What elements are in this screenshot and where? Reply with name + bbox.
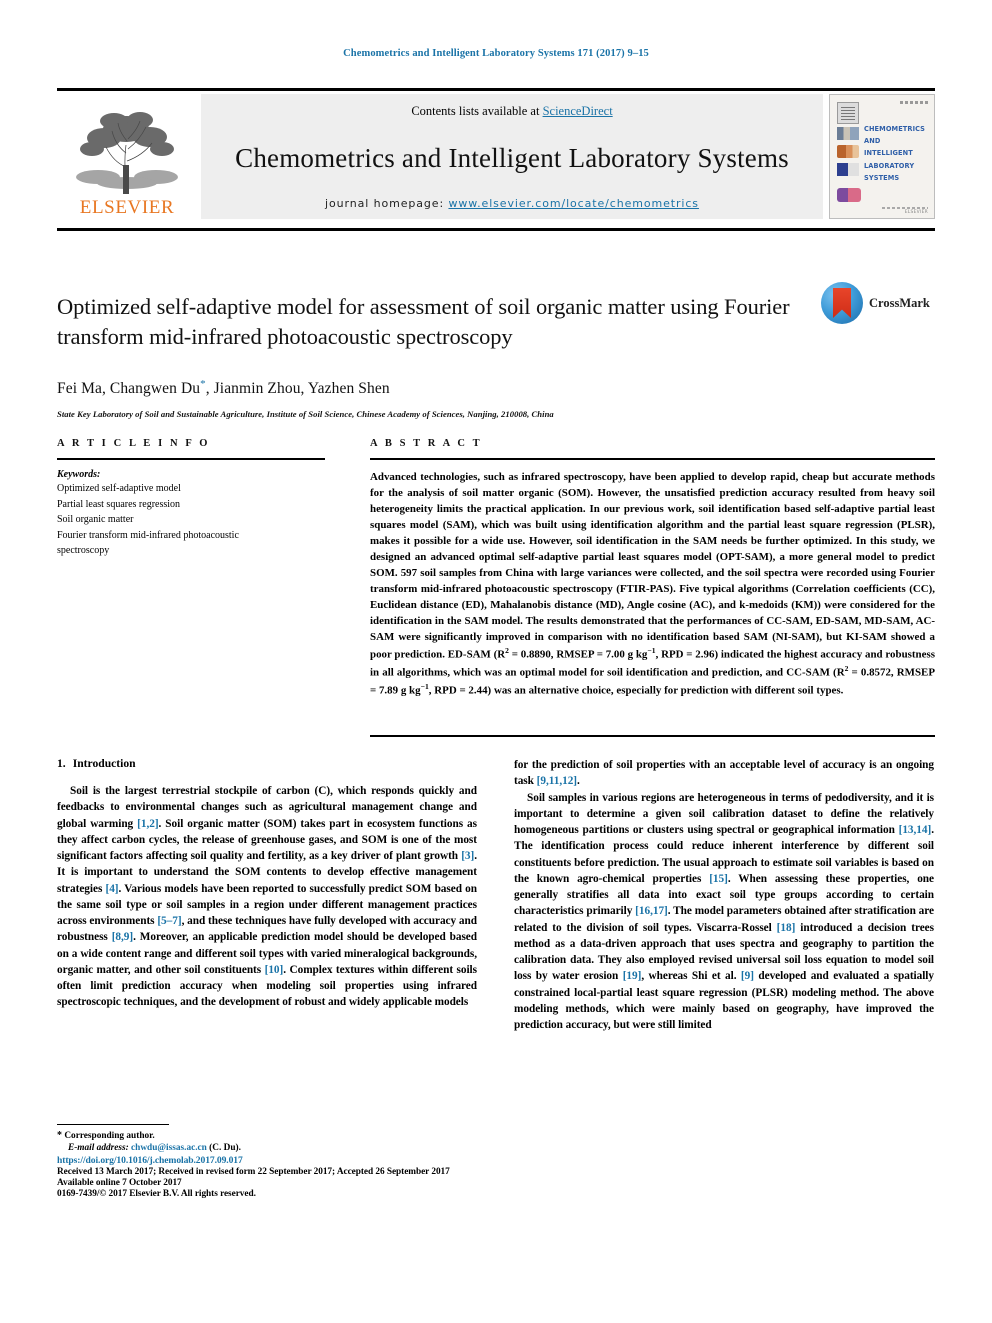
cover-publisher-label: ELSEVIER	[904, 210, 928, 215]
citation-ref[interactable]: [18]	[777, 922, 796, 934]
journal-homepage-link[interactable]: www.elsevier.com/locate/chemometrics	[448, 197, 699, 210]
citation-ref[interactable]: [3]	[461, 850, 474, 862]
title-block: CrossMark Optimized self-adaptive model …	[57, 277, 935, 419]
journal-homepage-line: journal homepage: www.elsevier.com/locat…	[325, 197, 699, 210]
citation-ref[interactable]: [16,17]	[635, 905, 668, 917]
section-title: Introduction	[72, 757, 136, 770]
cover-top-rule	[900, 101, 928, 104]
citation-ref[interactable]: [9,11,12]	[537, 775, 577, 787]
crossmark-label: CrossMark	[869, 295, 930, 310]
contents-available-line: Contents lists available at ScienceDirec…	[411, 104, 612, 119]
cover-footer-rule	[882, 207, 928, 209]
citation-ref[interactable]: [19]	[623, 970, 642, 982]
journal-masthead: ELSEVIER Contents lists available at Sci…	[57, 88, 935, 219]
body-column-left: 1. Introduction Soil is the largest terre…	[57, 757, 477, 1034]
cover-swatch-4	[837, 188, 861, 202]
cover-swatch-2	[837, 145, 859, 158]
body-paragraph: Soil samples in various regions are hete…	[514, 791, 934, 1032]
keyword-item: Soil organic matter	[57, 514, 134, 525]
keywords-label: Keywords:	[57, 469, 101, 480]
journal-cover-thumbnail[interactable]: CHEMOMETRICS AND INTELLIGENT LABORATORY …	[829, 94, 935, 219]
abstract-column: A B S T R A C T Advanced technologies, s…	[370, 438, 935, 698]
author-list: Fei Ma, Changwen Du*, Jianmin Zhou, Yazh…	[57, 378, 935, 398]
citation-ref[interactable]: [15]	[709, 873, 728, 885]
abstract-text: Advanced technologies, such as infrared …	[370, 471, 936, 697]
cover-title-line-3: LABORATORY	[864, 161, 915, 170]
keyword-item: spectroscopy	[57, 545, 110, 556]
title-line-1: Optimized self-adaptive model for assess…	[57, 294, 719, 320]
corresponding-author-text: Corresponding author.	[64, 1131, 155, 1141]
available-online-date: Available online 7 October 2017	[57, 1178, 182, 1188]
email-label: E-mail address:	[68, 1143, 129, 1153]
email-link[interactable]: chwdu@issas.ac.cn	[131, 1143, 207, 1153]
citation-ref[interactable]: [13,14]	[899, 824, 932, 836]
section-heading-introduction: 1. Introduction	[57, 757, 477, 770]
email-note: E-mail address: chwdu@issas.ac.cn (C. Du…	[57, 1143, 477, 1153]
body-column-right: for the prediction of soil properties wi…	[514, 757, 934, 1034]
corresponding-author-note: * Corresponding author.	[57, 1130, 477, 1141]
keywords-list: Optimized self-adaptive model Partial le…	[57, 481, 325, 559]
cover-title-text: CHEMOMETRICS AND INTELLIGENT LABORATORY …	[864, 123, 930, 184]
cover-swatch-3	[837, 163, 859, 176]
asterisk-icon: *	[57, 1130, 62, 1141]
page-footer: https://doi.org/10.1016/j.chemolab.2017.…	[57, 1155, 757, 1199]
elsevier-tree-icon	[76, 112, 178, 194]
body-paragraph: Soil is the largest terrestrial stockpil…	[57, 785, 478, 1009]
elsevier-wordmark: ELSEVIER	[79, 197, 175, 218]
copyright-line: 0169-7439/© 2017 Elsevier B.V. All right…	[57, 1189, 256, 1199]
keyword-item: Fourier transform mid-infrared photoacou…	[57, 529, 239, 541]
citation-ref[interactable]: [9]	[741, 970, 754, 982]
homepage-prefix: journal homepage:	[325, 197, 449, 210]
cover-title-line-2: AND INTELLIGENT	[864, 137, 913, 158]
footnote-block: * Corresponding author. E-mail address: …	[57, 1124, 477, 1153]
doi-link[interactable]: https://doi.org/10.1016/j.chemolab.2017.…	[57, 1155, 757, 1166]
masthead-center: Contents lists available at ScienceDirec…	[201, 94, 823, 219]
citation-ref[interactable]: [4]	[106, 883, 119, 895]
body-paragraph: for the prediction of soil properties wi…	[514, 759, 934, 788]
elsevier-logo: ELSEVIER	[57, 94, 197, 219]
article-info-heading: A R T I C L E I N F O	[57, 438, 211, 449]
sciencedirect-link[interactable]: ScienceDirect	[543, 104, 613, 118]
crossmark-icon	[821, 282, 863, 324]
citation-ref[interactable]: [8,9]	[112, 931, 133, 943]
received-dates: Received 13 March 2017; Received in revi…	[57, 1167, 450, 1177]
article-info-column: A R T I C L E I N F O Keywords: Optimize…	[57, 438, 325, 698]
info-abstract-row: A R T I C L E I N F O Keywords: Optimize…	[57, 438, 935, 698]
contents-prefix: Contents lists available at	[411, 104, 543, 118]
citation-ref[interactable]: [10]	[265, 964, 284, 976]
cover-swatch-1	[837, 127, 859, 140]
cover-title-line-4: SYSTEMS	[864, 173, 900, 182]
crossmark-badge[interactable]: CrossMark	[821, 280, 933, 326]
keyword-item: Partial least squares regression	[57, 498, 181, 510]
article-page: Chemometrics and Intelligent Laboratory …	[0, 0, 992, 1323]
footnote-rule	[57, 1124, 169, 1125]
journal-title: Chemometrics and Intelligent Laboratory …	[235, 142, 789, 173]
citation-ref[interactable]: [1,2]	[137, 818, 158, 830]
keyword-item: Optimized self-adaptive model	[57, 483, 181, 494]
abstract-heading: A B S T R A C T	[370, 438, 483, 449]
abstract-bottom-rule	[370, 735, 935, 737]
citation-ref[interactable]: [5–7]	[157, 915, 181, 927]
abstract-rule	[370, 458, 935, 460]
body-columns: 1. Introduction Soil is the largest terre…	[57, 757, 935, 1034]
email-suffix: (C. Du).	[209, 1143, 241, 1153]
cover-title-line-1: CHEMOMETRICS	[864, 125, 926, 133]
running-head: Chemometrics and Intelligent Laboratory …	[343, 48, 649, 59]
affiliation: State Key Laboratory of Soil and Sustain…	[57, 409, 554, 420]
masthead-bottom-rule	[57, 228, 935, 231]
authors-secondary: , Jianmin Zhou, Yazhen Shen	[205, 380, 390, 398]
cover-logo-icon	[837, 102, 859, 124]
section-number: 1.	[57, 757, 66, 770]
article-info-rule	[57, 458, 325, 460]
page-title: Optimized self-adaptive model for assess…	[57, 292, 827, 352]
authors-primary: Fei Ma, Changwen Du	[57, 380, 201, 398]
